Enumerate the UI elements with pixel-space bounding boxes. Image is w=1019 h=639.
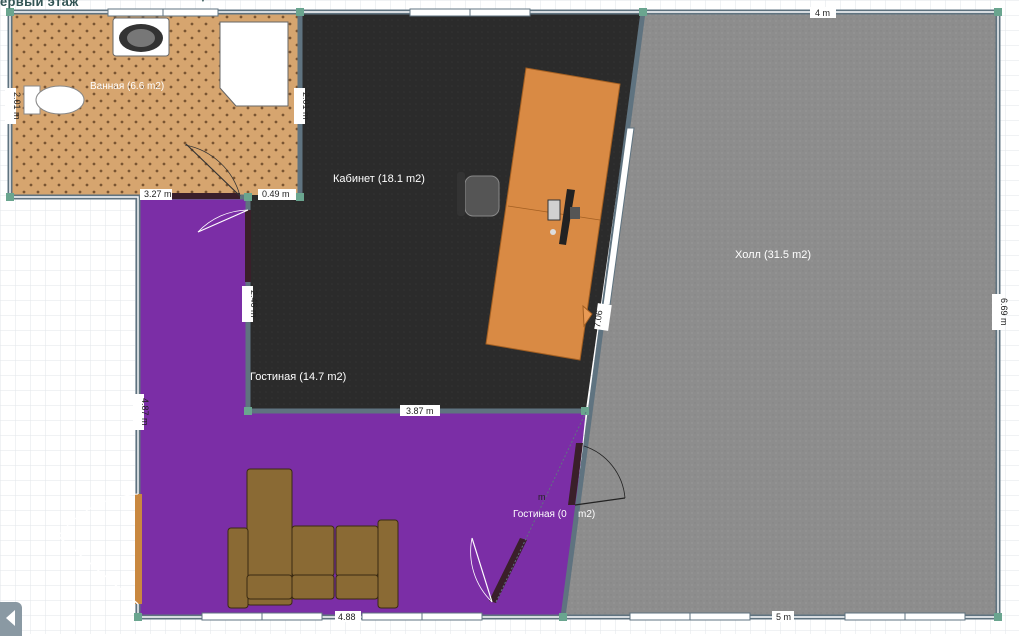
bathtub[interactable] (219, 21, 289, 107)
floor-selector-label: ервый этаж (0, 0, 79, 9)
floor-selector[interactable]: ервый этаж (0, 0, 79, 9)
dim-office-left: 2.46 m (249, 290, 259, 318)
room-label-office: Кабинет (18.1 m2) (333, 173, 425, 185)
dim-hall-top: 4 m (815, 8, 830, 18)
dim-office-bottom: 3.87 m (406, 406, 434, 416)
toilet[interactable] (23, 85, 85, 115)
scroll-left-button[interactable] (0, 602, 22, 636)
room-label-bathroom: Ванная (6.6 m2) (90, 81, 164, 92)
office-chair[interactable] (457, 172, 500, 217)
chevron-left-icon (6, 610, 15, 626)
dim-hall-right: 6.69 m (999, 298, 1009, 326)
room-label-living-small-mid: m (538, 492, 546, 502)
dim-hall-bottom: 5 m (776, 612, 791, 622)
room-label-living: Гостиная (14.7 m2) (250, 371, 346, 383)
dim-corridor: 0.49 m (262, 189, 290, 199)
dim-living-left: 4.87 m (140, 398, 150, 426)
dim-bath-left: 2.01 m (12, 92, 22, 120)
room-label-living-small: Гостиная (0 (513, 509, 567, 520)
dim-bath-right: 2.01 m (301, 92, 311, 120)
dim-living-bottom: 4.88 (338, 612, 356, 622)
room-label-living-small-tail: m2) (578, 509, 595, 520)
chevron-down-icon[interactable]: ▼ (198, 0, 208, 5)
dim-bath-bottom: 3.27 m (144, 189, 172, 199)
sink[interactable] (112, 17, 170, 57)
floor-plan-canvas[interactable]: Ванная (6.6 m2) Кабинет (18.1 m2) Холл (… (0, 0, 1019, 634)
room-label-hall: Холл (31.5 m2) (735, 249, 811, 261)
